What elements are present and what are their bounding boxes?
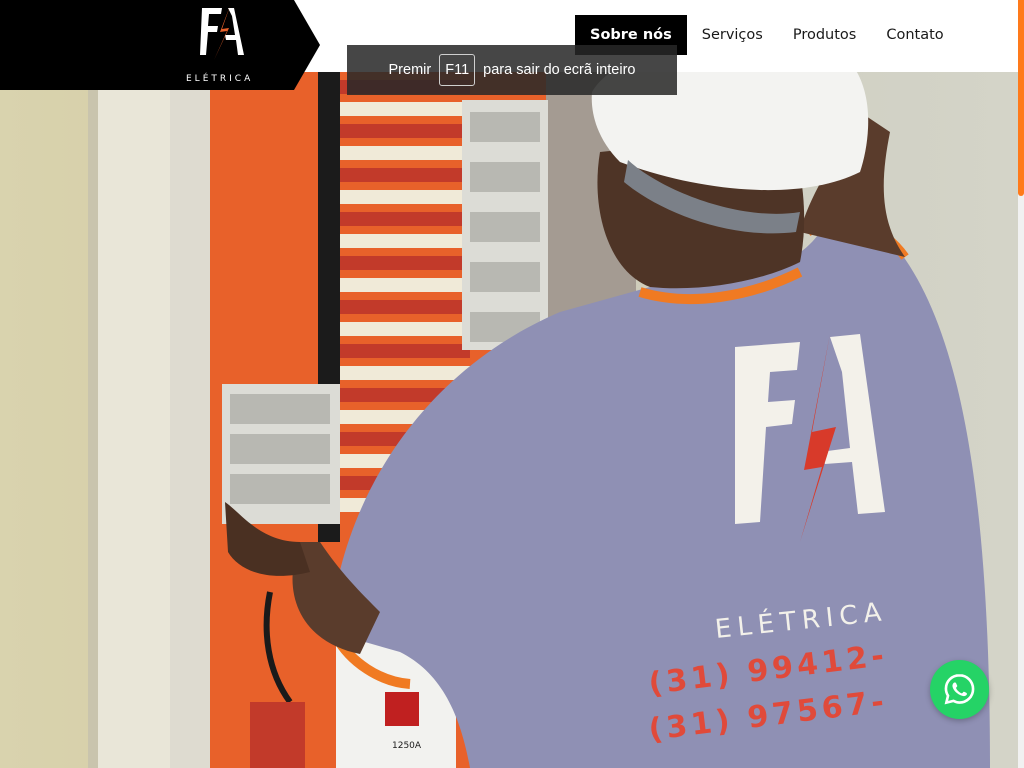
fullscreen-notice-after: para sair do ecrã inteiro	[483, 62, 636, 78]
hero-photo-illustration: 1250A ELÉTRICA (31) 99412- (31) 97567-	[88, 72, 990, 768]
hero-image: 1250A ELÉTRICA (31) 99412- (31) 97567-	[0, 72, 1018, 768]
fullscreen-notice: Premir F11 para sair do ecrã inteiro	[347, 45, 677, 95]
fullscreen-notice-before: Premir	[388, 62, 432, 78]
nav-item-produtos[interactable]: Produtos	[778, 15, 872, 55]
whatsapp-icon	[944, 673, 975, 705]
logo[interactable]: ELÉTRICA	[0, 0, 320, 90]
logo-background	[0, 0, 320, 90]
whatsapp-button[interactable]	[930, 660, 989, 719]
nav-item-contato[interactable]: Contato	[871, 15, 958, 55]
fullscreen-key-badge: F11	[439, 54, 476, 86]
nav-item-servicos[interactable]: Serviços	[687, 15, 778, 55]
scrollbar-thumb[interactable]	[1018, 0, 1024, 196]
breaker-label: 1250A	[392, 741, 422, 751]
logo-wordmark: ELÉTRICA	[186, 74, 254, 84]
page: 1250A ELÉTRICA (31) 99412- (31) 97567- E…	[0, 0, 1024, 768]
